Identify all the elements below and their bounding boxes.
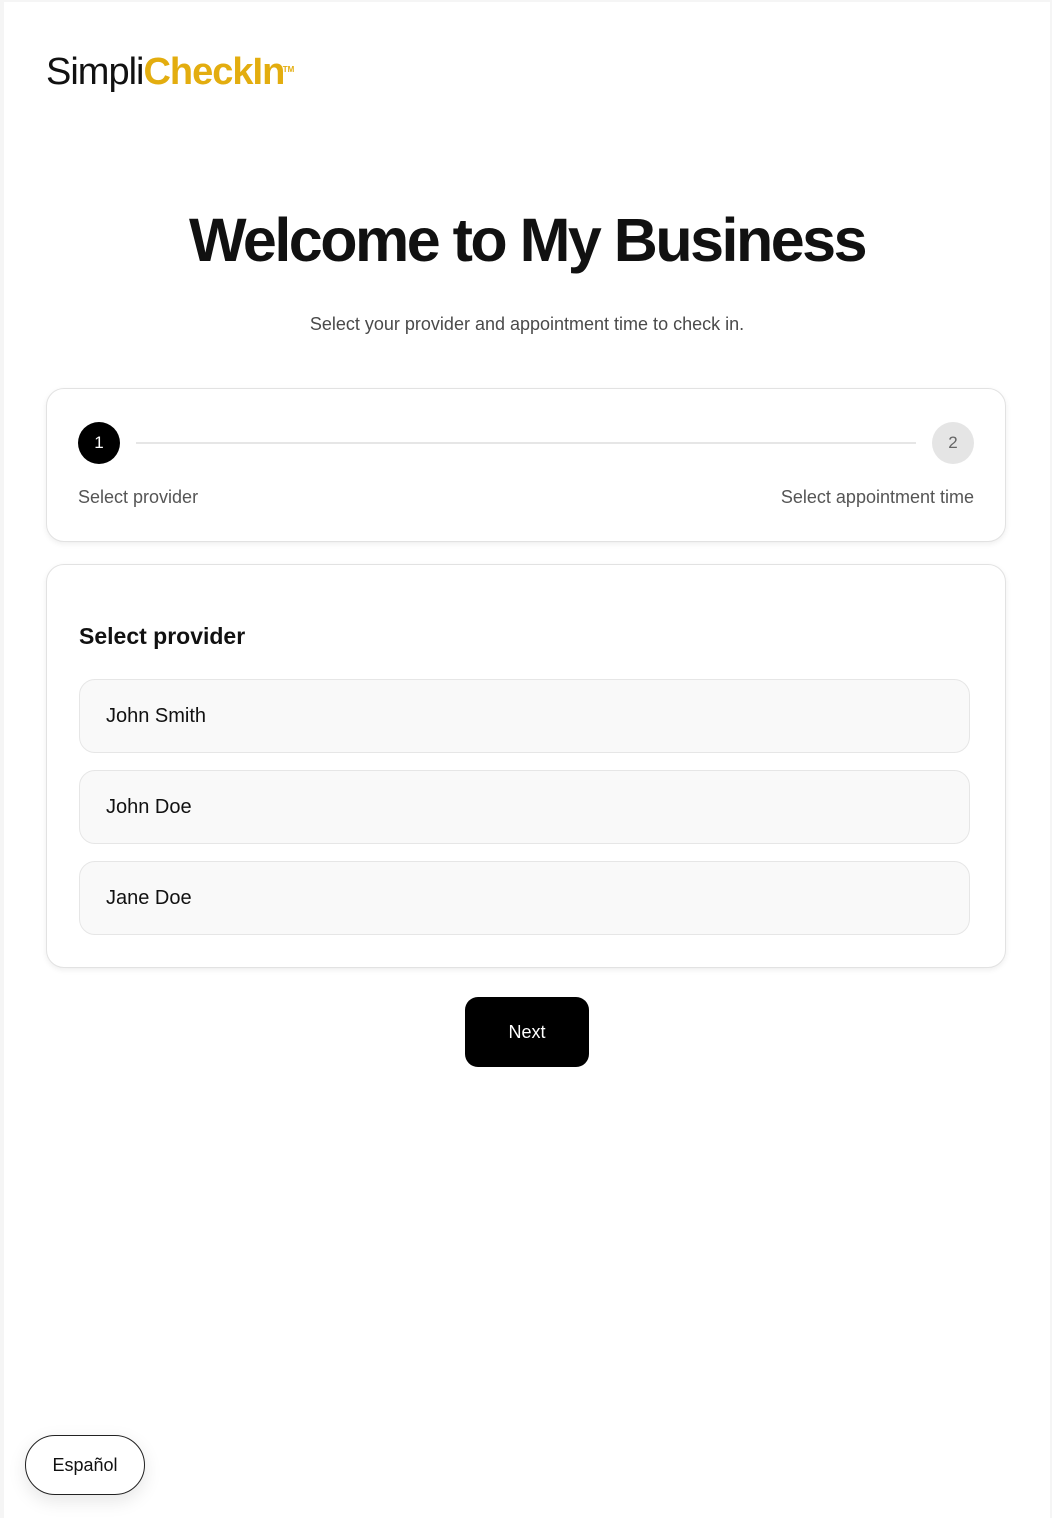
next-button[interactable]: Next bbox=[465, 997, 589, 1067]
provider-option-label: Jane Doe bbox=[106, 887, 192, 909]
provider-option-label: John Smith bbox=[106, 705, 207, 727]
step-connector-line bbox=[136, 442, 916, 444]
trademark-mark: TM bbox=[282, 65, 295, 74]
provider-option-john-doe[interactable]: John Doe bbox=[79, 770, 970, 844]
step-1-indicator: 1 bbox=[78, 422, 120, 464]
provider-option-jane-doe[interactable]: Jane Doe bbox=[79, 861, 970, 935]
logo-text-simpli: Simpli bbox=[46, 51, 144, 93]
step-2-label: Select appointment time bbox=[780, 487, 974, 507]
checkin-page: SimpliCheckIn TM Welcome to My Business … bbox=[4, 2, 1050, 1518]
provider-option-label: John Doe bbox=[106, 796, 192, 818]
brand-logo: SimpliCheckIn TM bbox=[46, 50, 294, 94]
page-subtitle: Select your provider and appointment tim… bbox=[309, 314, 745, 334]
provider-section-heading: Select provider bbox=[79, 623, 246, 649]
stepper-card: 1 2 Select provider Select appointment t… bbox=[46, 388, 1006, 542]
provider-selection-card: Select provider John Smith John Doe Jane… bbox=[46, 564, 1006, 968]
provider-option-john-smith[interactable]: John Smith bbox=[79, 679, 970, 753]
step-2-indicator: 2 bbox=[932, 422, 974, 464]
step-1-label: Select provider bbox=[78, 487, 199, 507]
logo-text-checkin: CheckIn bbox=[143, 51, 285, 93]
language-toggle-button[interactable]: Español bbox=[25, 1435, 145, 1495]
page-title: Welcome to My Business bbox=[188, 206, 868, 274]
